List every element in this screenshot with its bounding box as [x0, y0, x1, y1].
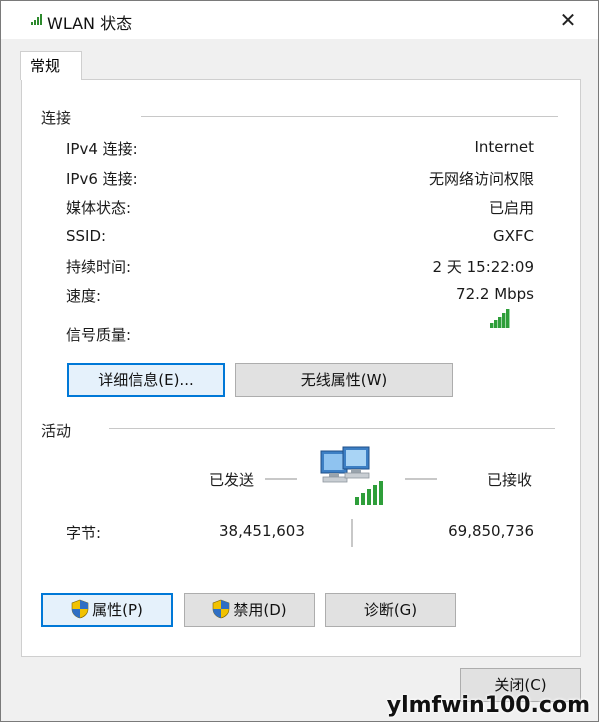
tab-general[interactable]: 常规: [20, 51, 82, 80]
bytes-label: 字节:: [66, 524, 102, 542]
network-computers-icon: [320, 446, 383, 505]
bytes-received-value: 69,850,736: [448, 522, 534, 540]
activity-heading: 活动: [41, 422, 72, 440]
bytes-sent-value: 38,451,603: [219, 522, 305, 540]
sent-label: 已发送: [209, 471, 255, 489]
wlan-status-dialog: WLAN 状态 ✕ 常规 连接 IPv4 连接: Internet IPv6 连…: [0, 0, 599, 722]
close-icon[interactable]: ✕: [548, 5, 588, 35]
bytes-divider: [351, 519, 353, 547]
connection-heading: 连接: [41, 109, 72, 127]
properties-button-label: 属性(P): [92, 601, 143, 619]
media-state-value: 已启用: [488, 199, 534, 217]
details-button[interactable]: 详细信息(E)...: [67, 363, 225, 397]
duration-value: 2 天 15:22:09: [432, 258, 534, 276]
disable-button[interactable]: 禁用(D): [184, 593, 315, 627]
signal-quality-label: 信号质量:: [66, 326, 132, 344]
uac-shield-icon: [71, 599, 89, 619]
disable-button-label: 禁用(D): [233, 601, 287, 619]
ipv6-label: IPv6 连接:: [66, 170, 138, 188]
wifi-signal-icon: [31, 13, 43, 25]
ipv4-value: Internet: [474, 138, 534, 156]
title-bar: WLAN 状态 ✕: [1, 1, 598, 39]
uac-shield-icon: [213, 599, 230, 619]
received-connector-line: [405, 478, 437, 480]
divider: [141, 116, 558, 117]
speed-label: 速度:: [66, 287, 102, 305]
ssid-label: SSID:: [66, 227, 107, 245]
wireless-properties-button[interactable]: 无线属性(W): [235, 363, 453, 397]
diagnose-button[interactable]: 诊断(G): [325, 593, 456, 627]
ipv6-value: 无网络访问权限: [428, 170, 534, 188]
ssid-value: GXFC: [492, 227, 534, 245]
properties-button[interactable]: 属性(P): [41, 593, 173, 627]
speed-value: 72.2 Mbps: [456, 285, 534, 303]
signal-strength-icon: [490, 308, 514, 328]
watermark: ylmfwin100.com: [386, 693, 590, 718]
duration-label: 持续时间:: [66, 258, 132, 276]
window-title: WLAN 状态: [47, 14, 133, 33]
divider: [109, 428, 555, 429]
media-state-label: 媒体状态:: [66, 199, 132, 217]
sent-connector-line: [265, 478, 297, 480]
ipv4-label: IPv4 连接:: [66, 140, 138, 158]
received-label: 已接收: [487, 471, 533, 489]
